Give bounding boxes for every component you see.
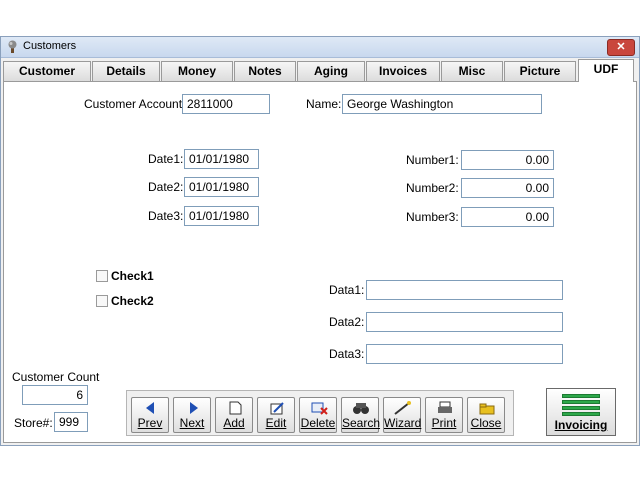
number3-field[interactable]: 0.00 xyxy=(461,207,554,227)
number3-label: Number3: xyxy=(406,210,459,224)
udf-panel xyxy=(3,81,637,443)
binoculars-icon xyxy=(353,403,369,414)
date2-field[interactable]: 01/01/1980 xyxy=(184,177,259,197)
date3-label: Date3: xyxy=(148,209,184,223)
delete-label: Delete xyxy=(300,416,336,430)
number1-field[interactable]: 0.00 xyxy=(461,150,554,170)
app-icon xyxy=(8,40,17,53)
invoicing-label: Invoicing xyxy=(554,418,608,432)
number1-label: Number1: xyxy=(406,153,459,167)
tab-aging[interactable]: Aging xyxy=(297,61,365,81)
next-button[interactable]: Next xyxy=(173,397,211,433)
date1-label: Date1: xyxy=(148,152,184,166)
close-button[interactable]: Close xyxy=(467,397,505,433)
edit-button[interactable]: Edit xyxy=(257,397,295,433)
name-label: Name: xyxy=(306,97,342,111)
data3-label: Data3: xyxy=(329,347,365,361)
tab-misc[interactable]: Misc xyxy=(441,61,503,81)
title-bar: Customers ✕ xyxy=(1,37,639,58)
customer-account-label: Customer Account: xyxy=(84,97,186,111)
data2-label: Data2: xyxy=(329,315,365,329)
check2-label: Check2 xyxy=(111,294,154,308)
folder-close-icon xyxy=(479,403,495,415)
delete-icon xyxy=(311,402,328,415)
tab-picture[interactable]: Picture xyxy=(504,61,576,81)
invoicing-icon xyxy=(562,394,600,418)
close-label: Close xyxy=(470,416,502,430)
data1-field[interactable] xyxy=(366,280,563,300)
tab-money[interactable]: Money xyxy=(161,61,233,81)
customer-account-field[interactable]: 2811000 xyxy=(182,94,270,114)
tab-invoices[interactable]: Invoices xyxy=(366,61,440,81)
next-label: Next xyxy=(179,416,205,430)
data1-label: Data1: xyxy=(329,283,365,297)
tab-details[interactable]: Details xyxy=(92,61,160,81)
close-window-button[interactable]: ✕ xyxy=(607,39,635,56)
wizard-button[interactable]: Wizard xyxy=(383,397,421,433)
right-arrow-icon xyxy=(190,402,198,414)
store-label: Store#: xyxy=(14,416,53,430)
number2-label: Number2: xyxy=(406,181,459,195)
number2-field[interactable]: 0.00 xyxy=(461,178,554,198)
delete-button[interactable]: Delete xyxy=(299,397,337,433)
edit-label: Edit xyxy=(265,416,287,430)
new-document-icon xyxy=(229,401,242,415)
check1-label: Check1 xyxy=(111,269,154,283)
left-arrow-icon xyxy=(146,402,154,414)
wizard-label: Wizard xyxy=(384,416,422,430)
tab-udf[interactable]: UDF xyxy=(578,59,634,82)
customer-count-label: Customer Count xyxy=(12,370,100,384)
data2-field[interactable] xyxy=(366,312,563,332)
data3-field[interactable] xyxy=(366,344,563,364)
check2-checkbox[interactable] xyxy=(96,295,108,307)
add-label: Add xyxy=(223,416,245,430)
window-title: Customers xyxy=(23,40,77,52)
print-button[interactable]: Print xyxy=(425,397,463,433)
invoicing-button[interactable]: Invoicing xyxy=(546,388,616,436)
prev-label: Prev xyxy=(137,416,163,430)
print-label: Print xyxy=(431,416,457,430)
prev-button[interactable]: Prev xyxy=(131,397,169,433)
check1-checkbox[interactable] xyxy=(96,270,108,282)
add-button[interactable]: Add xyxy=(215,397,253,433)
name-field[interactable]: George Washington xyxy=(342,94,542,114)
navigation-toolbar: Prev Next Add Edit Delete Search Wizard … xyxy=(126,390,514,436)
tab-customer[interactable]: Customer xyxy=(3,61,91,81)
customer-count-value: 6 xyxy=(22,385,88,405)
search-label: Search xyxy=(342,416,381,430)
wizard-wand-icon xyxy=(394,401,411,415)
date3-field[interactable]: 01/01/1980 xyxy=(184,206,259,226)
edit-icon xyxy=(270,402,284,415)
date2-label: Date2: xyxy=(148,180,184,194)
search-button[interactable]: Search xyxy=(341,397,381,433)
tab-strip: Customer Details Money Notes Aging Invoi… xyxy=(1,59,639,82)
tab-notes[interactable]: Notes xyxy=(234,61,296,81)
date1-field[interactable]: 01/01/1980 xyxy=(184,149,259,169)
store-field[interactable]: 999 xyxy=(54,412,88,432)
printer-icon xyxy=(438,401,452,413)
